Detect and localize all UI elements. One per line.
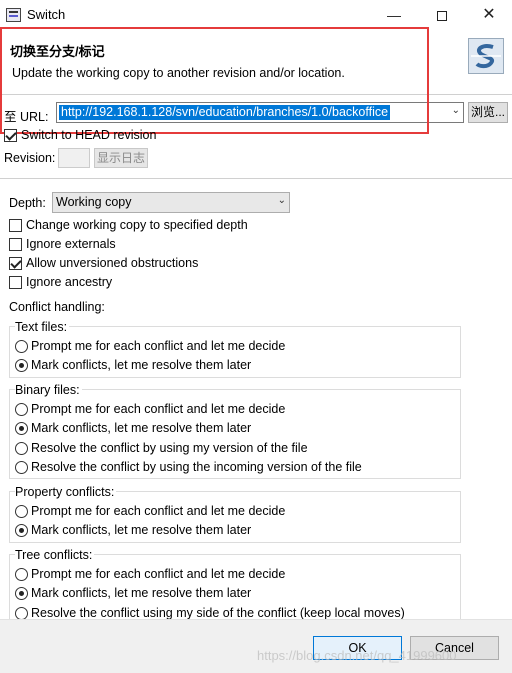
binary-mine-label: Resolve the conflict by using my version… [31,441,308,455]
text-prompt-label: Prompt me for each conflict and let me d… [31,339,286,353]
tree-prompt-radio[interactable] [15,568,28,581]
url-value[interactable]: http://192.168.1.128/svn/education/branc… [59,105,391,120]
svn-logo-icon [468,38,504,74]
binary-mine-radio[interactable] [15,442,28,455]
tree-mark-radio[interactable] [15,587,28,600]
property-prompt-radio[interactable] [15,505,28,518]
show-log-button: 显示日志 [94,148,148,168]
text-prompt-radio[interactable] [15,340,28,353]
tree-mine-radio[interactable] [15,607,28,619]
window-title: Switch [27,7,66,22]
allow-unversioned-checkbox[interactable] [9,257,22,270]
ignore-externals-label: Ignore externals [26,237,116,251]
binary-prompt-radio[interactable] [15,403,28,416]
tree-prompt-label: Prompt me for each conflict and let me d… [31,567,286,581]
change-depth-checkbox[interactable] [9,219,22,232]
tree-mine-label: Resolve the conflict using my side of th… [31,606,405,619]
browse-button[interactable]: 浏览... [468,102,508,123]
binary-incoming-radio[interactable] [15,461,28,474]
section-divider [0,178,512,179]
binary-files-label: Binary files: [15,383,82,397]
depth-select[interactable]: Working copy ⌄ [52,192,290,213]
chevron-down-icon[interactable]: ⌄ [452,105,460,116]
chevron-down-icon[interactable]: ⌄ [278,195,286,206]
minimize-button[interactable]: — [380,4,408,26]
tree-mark-label: Mark conflicts, let me resolve them late… [31,586,252,600]
change-depth-label: Change working copy to specified depth [26,218,248,232]
binary-mark-label: Mark conflicts, let me resolve them late… [31,421,252,435]
property-mark-label: Mark conflicts, let me resolve them late… [31,523,252,537]
revision-input [58,148,90,168]
text-mark-radio[interactable] [15,359,28,372]
property-conflicts-label: Property conflicts: [15,485,117,499]
binary-mark-radio[interactable] [15,422,28,435]
title-bar: Switch — ✕ [0,0,512,30]
watermark: https://blog.csdn.net/qq_41999600 [257,648,457,663]
ignore-ancestry-label: Ignore ancestry [26,275,113,289]
svn-app-icon [6,8,21,22]
dialog-heading: 切换至分支/标记 [10,44,105,59]
text-mark-label: Mark conflicts, let me resolve them late… [31,358,252,372]
conflict-heading: Conflict handling: [9,300,105,314]
header-divider [0,94,512,95]
ignore-externals-checkbox[interactable] [9,238,22,251]
switch-head-checkbox[interactable] [4,129,17,142]
tree-mine-clip: Resolve the conflict using my side of th… [0,604,470,619]
dialog-description: Update the working copy to another revis… [12,66,345,80]
maximize-icon [437,11,447,22]
close-button[interactable]: ✕ [475,4,503,26]
allow-unversioned-label: Allow unversioned obstructions [26,256,199,270]
binary-prompt-label: Prompt me for each conflict and let me d… [31,402,286,416]
property-mark-radio[interactable] [15,524,28,537]
text-files-label: Text files: [15,320,70,334]
ignore-ancestry-checkbox[interactable] [9,276,22,289]
switch-head-label: Switch to HEAD revision [21,128,157,142]
url-combo[interactable]: http://192.168.1.128/svn/education/branc… [56,102,464,123]
depth-value: Working copy [56,195,132,209]
dialog-header: 切换至分支/标记 Update the working copy to anot… [0,30,512,94]
maximize-button[interactable] [428,4,456,26]
binary-incoming-label: Resolve the conflict by using the incomi… [31,460,362,474]
property-prompt-label: Prompt me for each conflict and let me d… [31,504,286,518]
revision-label: Revision: [4,151,56,165]
depth-label: Depth: [9,196,46,210]
url-label: 至 URL: [4,110,49,124]
tree-conflicts-label: Tree conflicts: [15,548,95,562]
